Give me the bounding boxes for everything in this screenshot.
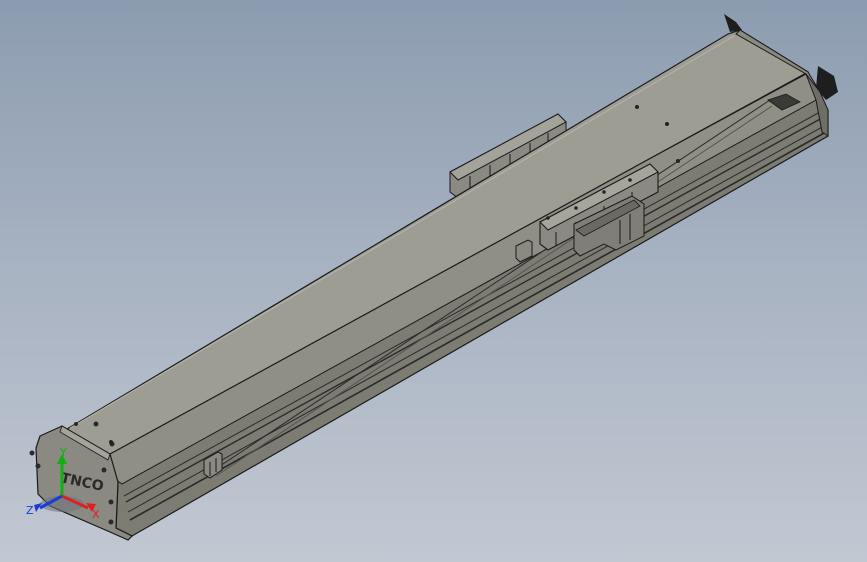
- y-axis-label: Y: [59, 448, 67, 459]
- actuator-body: [60, 29, 829, 537]
- orientation-triad[interactable]: Y X Z: [26, 448, 106, 523]
- z-axis-label: Z: [26, 504, 34, 517]
- x-axis-line: [61, 494, 89, 510]
- cad-viewport[interactable]: TNCO Y X Z: [0, 0, 867, 562]
- x-axis-label: X: [92, 508, 100, 521]
- z-axis-line: [39, 494, 63, 510]
- model-view[interactable]: TNCO: [0, 0, 867, 562]
